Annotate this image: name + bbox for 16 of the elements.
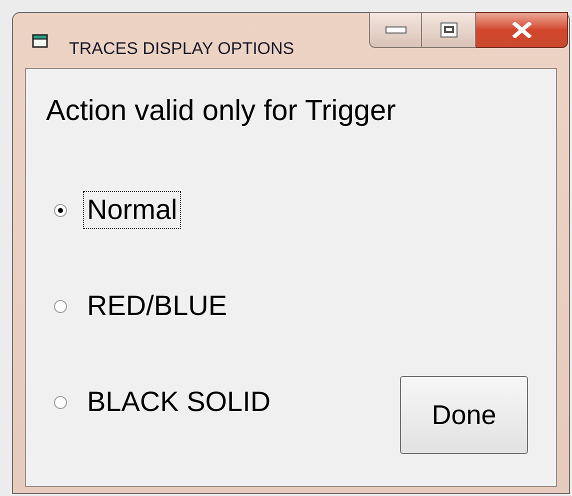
maximize-icon	[440, 22, 458, 38]
option-label: RED/BLUE	[86, 289, 228, 323]
close-icon	[512, 22, 532, 38]
done-button[interactable]: Done	[400, 376, 528, 454]
window-icon	[31, 33, 51, 51]
radio-button[interactable]	[54, 204, 67, 216]
radio-button[interactable]	[54, 396, 67, 408]
window-title: TRACES DISPLAY OPTIONS	[69, 40, 294, 57]
option-label: BLACK SOLID	[86, 385, 272, 419]
close-button[interactable]	[476, 12, 568, 48]
maximize-button[interactable]	[422, 12, 476, 48]
minimize-button[interactable]	[369, 12, 422, 48]
radio-button[interactable]	[54, 300, 67, 312]
option-label: Normal	[83, 191, 182, 229]
minimize-icon	[384, 26, 406, 34]
message-text: Action valid only for Trigger	[46, 97, 396, 126]
